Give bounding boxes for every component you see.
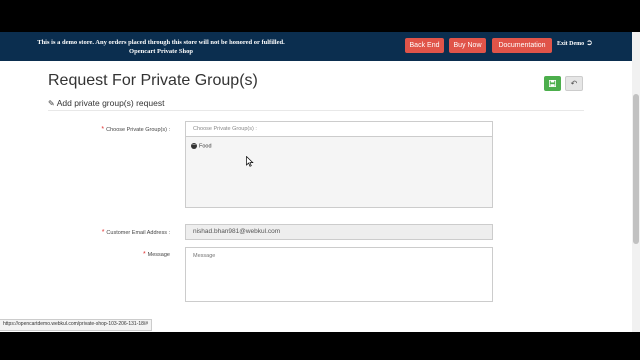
exit-demo-link[interactable]: Exit Demo	[557, 41, 584, 47]
private-groups-input[interactable]: Choose Private Group(s) :	[185, 121, 493, 137]
back-end-button[interactable]: Back End	[405, 38, 444, 53]
minus-circle-icon[interactable]: –	[191, 142, 197, 149]
email-label-text: Customer Email Address :	[106, 230, 170, 236]
groups-label-text: Choose Private Group(s) :	[106, 127, 170, 133]
message-textarea[interactable]	[185, 247, 493, 302]
email-label: * Customer Email Address :	[102, 229, 170, 236]
demo-notice-text: This is a demo store. Any orders placed …	[0, 38, 322, 56]
required-asterisk: *	[142, 251, 146, 258]
save-button[interactable]	[544, 76, 561, 91]
required-asterisk: *	[101, 126, 105, 133]
browser-viewport: This is a demo store. Any orders placed …	[0, 0, 640, 332]
page-title: Request For Private Group(s)	[48, 72, 258, 89]
top-letterbox	[0, 0, 640, 32]
selected-group-item: – Food	[191, 142, 212, 150]
customer-email-field[interactable]: nishad.bhan981@webkul.com	[185, 224, 493, 240]
form-subtitle: ✎ Add private group(s) request	[48, 98, 164, 108]
message-label: * Message	[143, 251, 170, 258]
bottom-letterbox	[0, 332, 640, 360]
form-subtitle-text: Add private group(s) request	[56, 98, 165, 108]
pencil-icon: ✎	[48, 99, 55, 108]
back-button[interactable]: ↶	[565, 76, 583, 91]
mouse-cursor-icon	[246, 156, 254, 167]
demo-notice-line1: This is a demo store. Any orders placed …	[37, 39, 285, 46]
status-bar-url: https://opencartdemo.webkul.com/private-…	[0, 319, 153, 331]
demo-notice-line2: Opencart Private Shop	[129, 48, 193, 55]
sign-out-icon[interactable]: ➲	[586, 38, 593, 47]
documentation-button[interactable]: Documentation	[492, 38, 552, 53]
message-label-text: Message	[147, 252, 170, 258]
floppy-disk-icon	[548, 79, 557, 87]
reply-arrow-icon: ↶	[570, 79, 578, 88]
selected-groups-box: – Food	[185, 137, 493, 208]
section-divider	[48, 110, 584, 111]
buy-now-button[interactable]: Buy Now	[449, 38, 486, 53]
scrollbar-thumb[interactable]	[633, 94, 639, 244]
required-asterisk: *	[101, 229, 105, 236]
groups-label: * Choose Private Group(s) :	[101, 126, 170, 133]
selected-group-label: Food	[199, 143, 212, 150]
demo-notice-bar: This is a demo store. Any orders placed …	[0, 32, 632, 61]
page-scrollbar[interactable]	[632, 32, 640, 332]
